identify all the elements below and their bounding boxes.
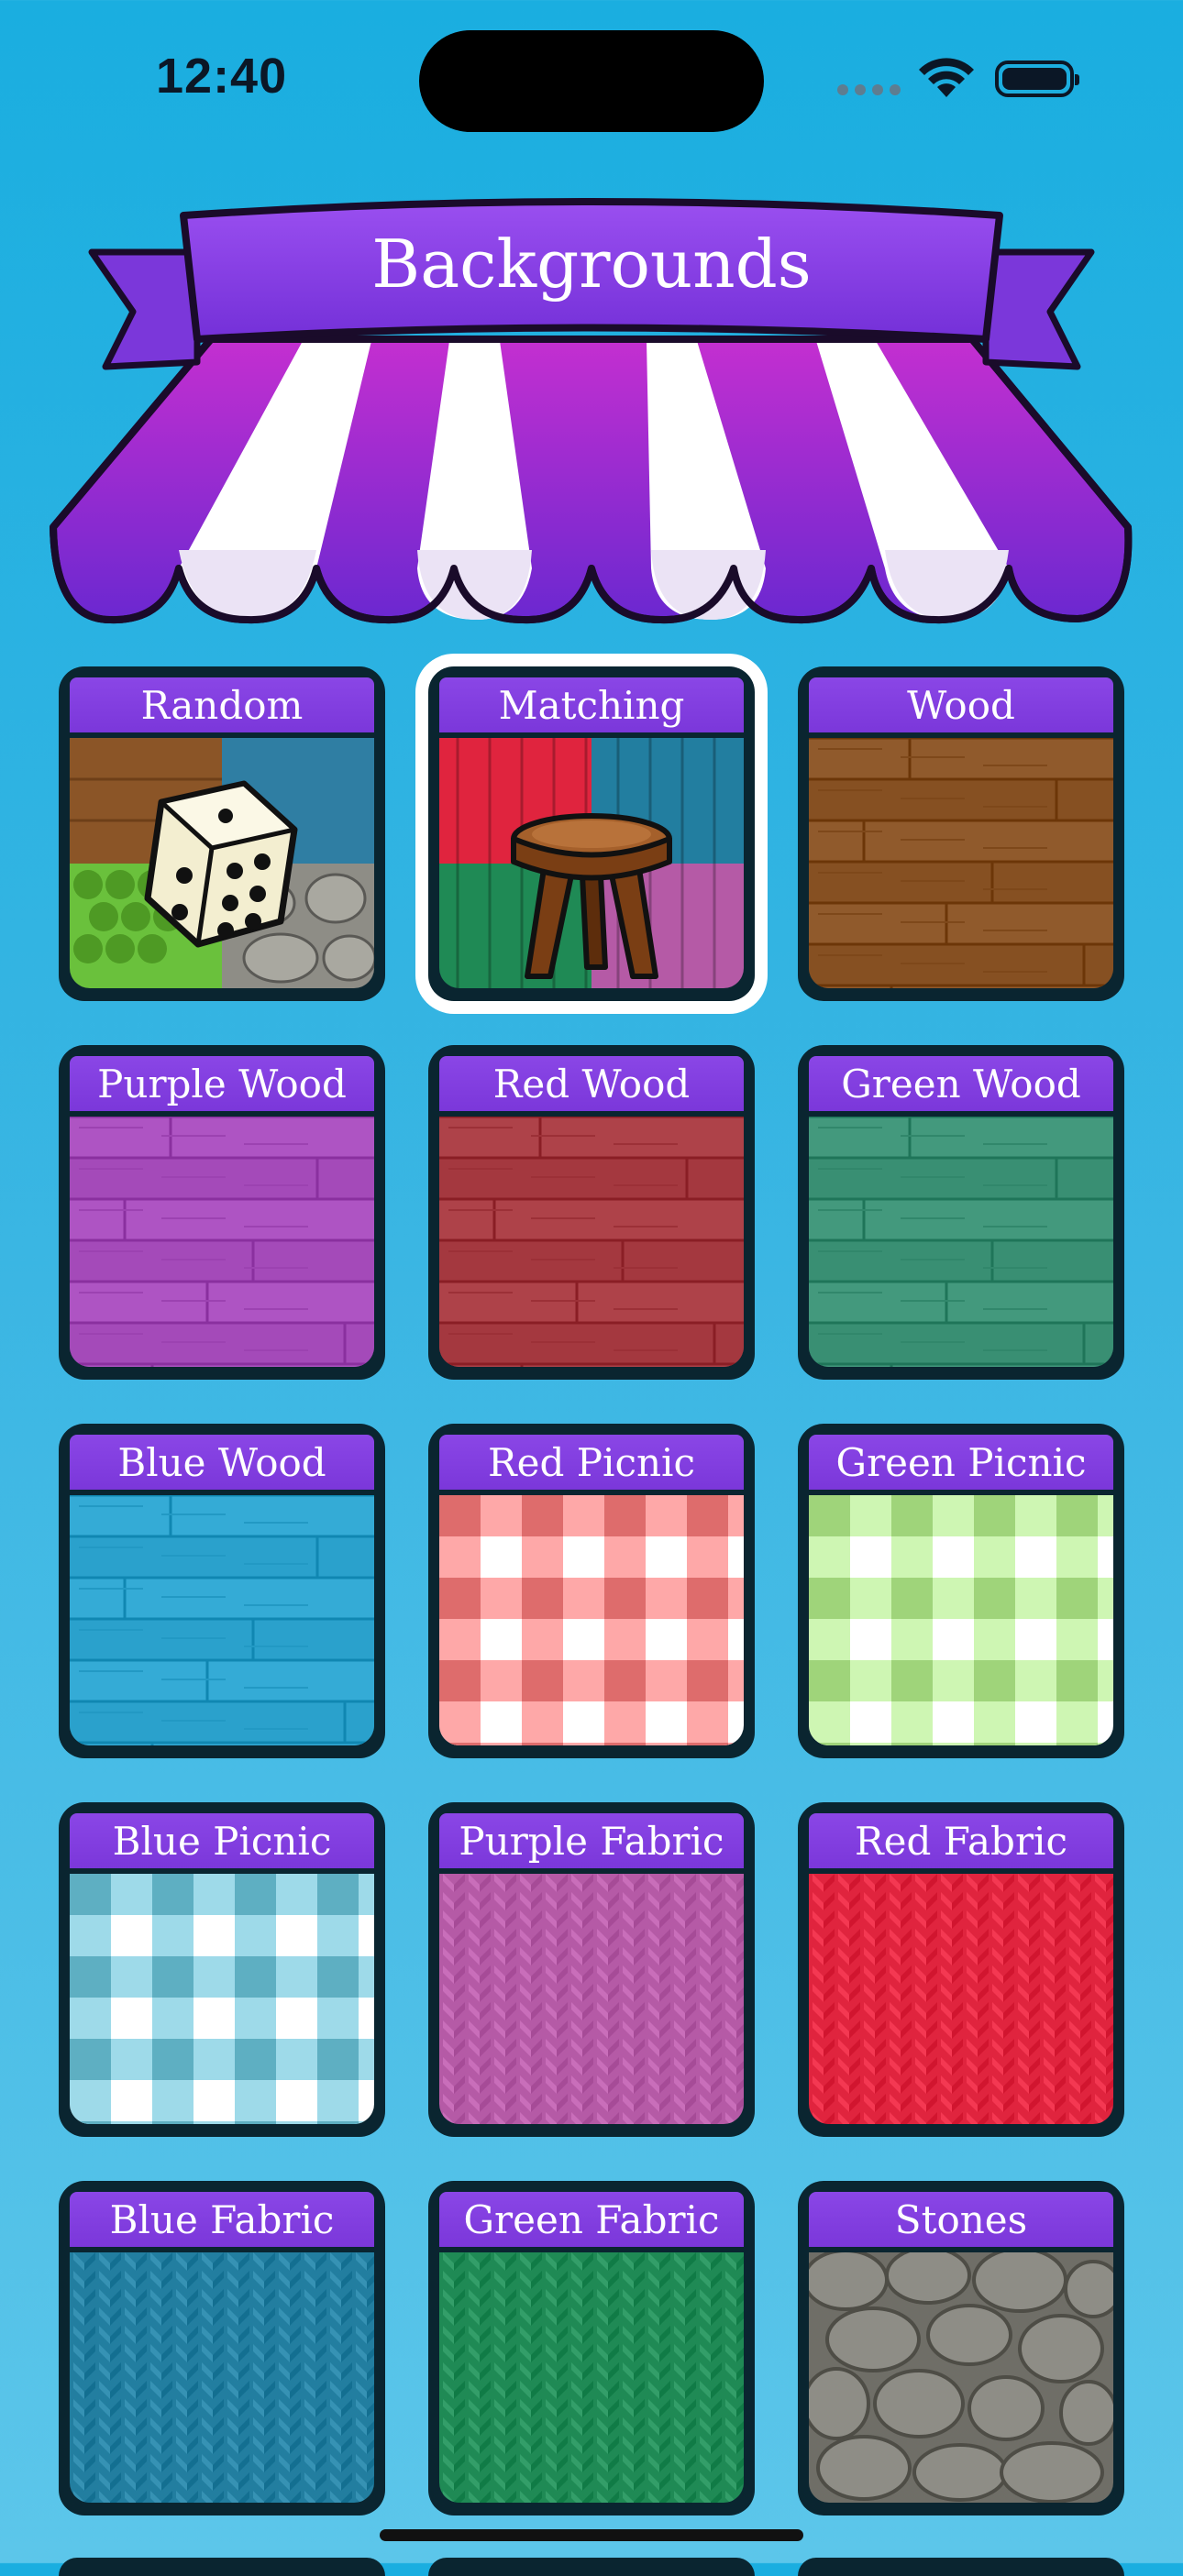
home-indicator[interactable] [380, 2529, 803, 2541]
tile-green-fabric[interactable]: Green Fabric [428, 2181, 755, 2515]
wood-texture [809, 738, 1113, 988]
stones-texture [809, 2252, 1113, 2503]
tile-label: Red Fabric [809, 1813, 1113, 1874]
picnic-texture [809, 1495, 1113, 1745]
battery-icon [995, 61, 1079, 97]
tile-green-picnic[interactable]: Green Picnic [798, 1424, 1124, 1758]
tile-stones[interactable]: Stones [798, 2181, 1124, 2515]
tile-label: Purple Wood [70, 1056, 374, 1117]
fabric-texture [439, 2252, 744, 2503]
fabric-texture [809, 1874, 1113, 2124]
page-title: Backgrounds [371, 226, 812, 303]
tile-label: Random [70, 677, 374, 738]
tile-purple-wood[interactable]: Purple Wood [59, 1045, 385, 1380]
tile-label: Green Picnic [809, 1435, 1113, 1495]
tile-red-wood[interactable]: Red Wood [428, 1045, 755, 1380]
wifi-icon [919, 58, 974, 97]
tile-red-picnic[interactable]: Red Picnic [428, 1424, 755, 1758]
tile-label: Stones [809, 2192, 1113, 2252]
tile-label: Green Fabric [439, 2192, 744, 2252]
tile-label: Purple Fabric [439, 1813, 744, 1874]
tile-label: Green Wood [809, 1056, 1113, 1117]
tile-blue-wood[interactable]: Blue Wood [59, 1424, 385, 1758]
tile-random[interactable]: Random [59, 666, 385, 1001]
tile-label: Red Picnic [439, 1435, 744, 1495]
tile-label: Matching [439, 677, 744, 738]
tile-blue-fabric[interactable]: Blue Fabric [59, 2181, 385, 2515]
tile-blue-picnic[interactable]: Blue Picnic [59, 1802, 385, 2137]
tile-purple-fabric[interactable]: Purple Fabric [428, 1802, 755, 2137]
tile-label: Blue Fabric [70, 2192, 374, 2252]
tile-green-wood[interactable]: Green Wood [798, 1045, 1124, 1380]
wood-texture [70, 1117, 374, 1367]
fabric-texture [70, 2252, 374, 2503]
tile-label: Wood [809, 677, 1113, 738]
wood-texture [439, 1117, 744, 1367]
backgrounds-header: Backgrounds [0, 183, 1183, 633]
tile-partial[interactable] [428, 2558, 755, 2576]
wood-texture [70, 1495, 374, 1745]
tile-label: Blue Wood [70, 1435, 374, 1495]
cellular-signal-icon [837, 84, 901, 95]
status-time: 12:40 [156, 49, 288, 104]
tile-wood[interactable]: Wood [798, 666, 1124, 1001]
tile-label: Red Wood [439, 1056, 744, 1117]
random-dice-icon [70, 738, 374, 988]
tile-label: Blue Picnic [70, 1813, 374, 1874]
picnic-texture [70, 1874, 374, 2124]
stool-icon [439, 738, 744, 988]
tile-partial[interactable] [798, 2558, 1124, 2576]
dynamic-island [419, 30, 764, 132]
wood-texture [809, 1117, 1113, 1367]
status-bar: 12:40 [0, 0, 1183, 156]
tile-partial[interactable] [59, 2558, 385, 2576]
picnic-texture [439, 1495, 744, 1745]
tile-red-fabric[interactable]: Red Fabric [798, 1802, 1124, 2137]
tile-matching[interactable]: Matching [428, 666, 755, 1001]
fabric-texture [439, 1874, 744, 2124]
